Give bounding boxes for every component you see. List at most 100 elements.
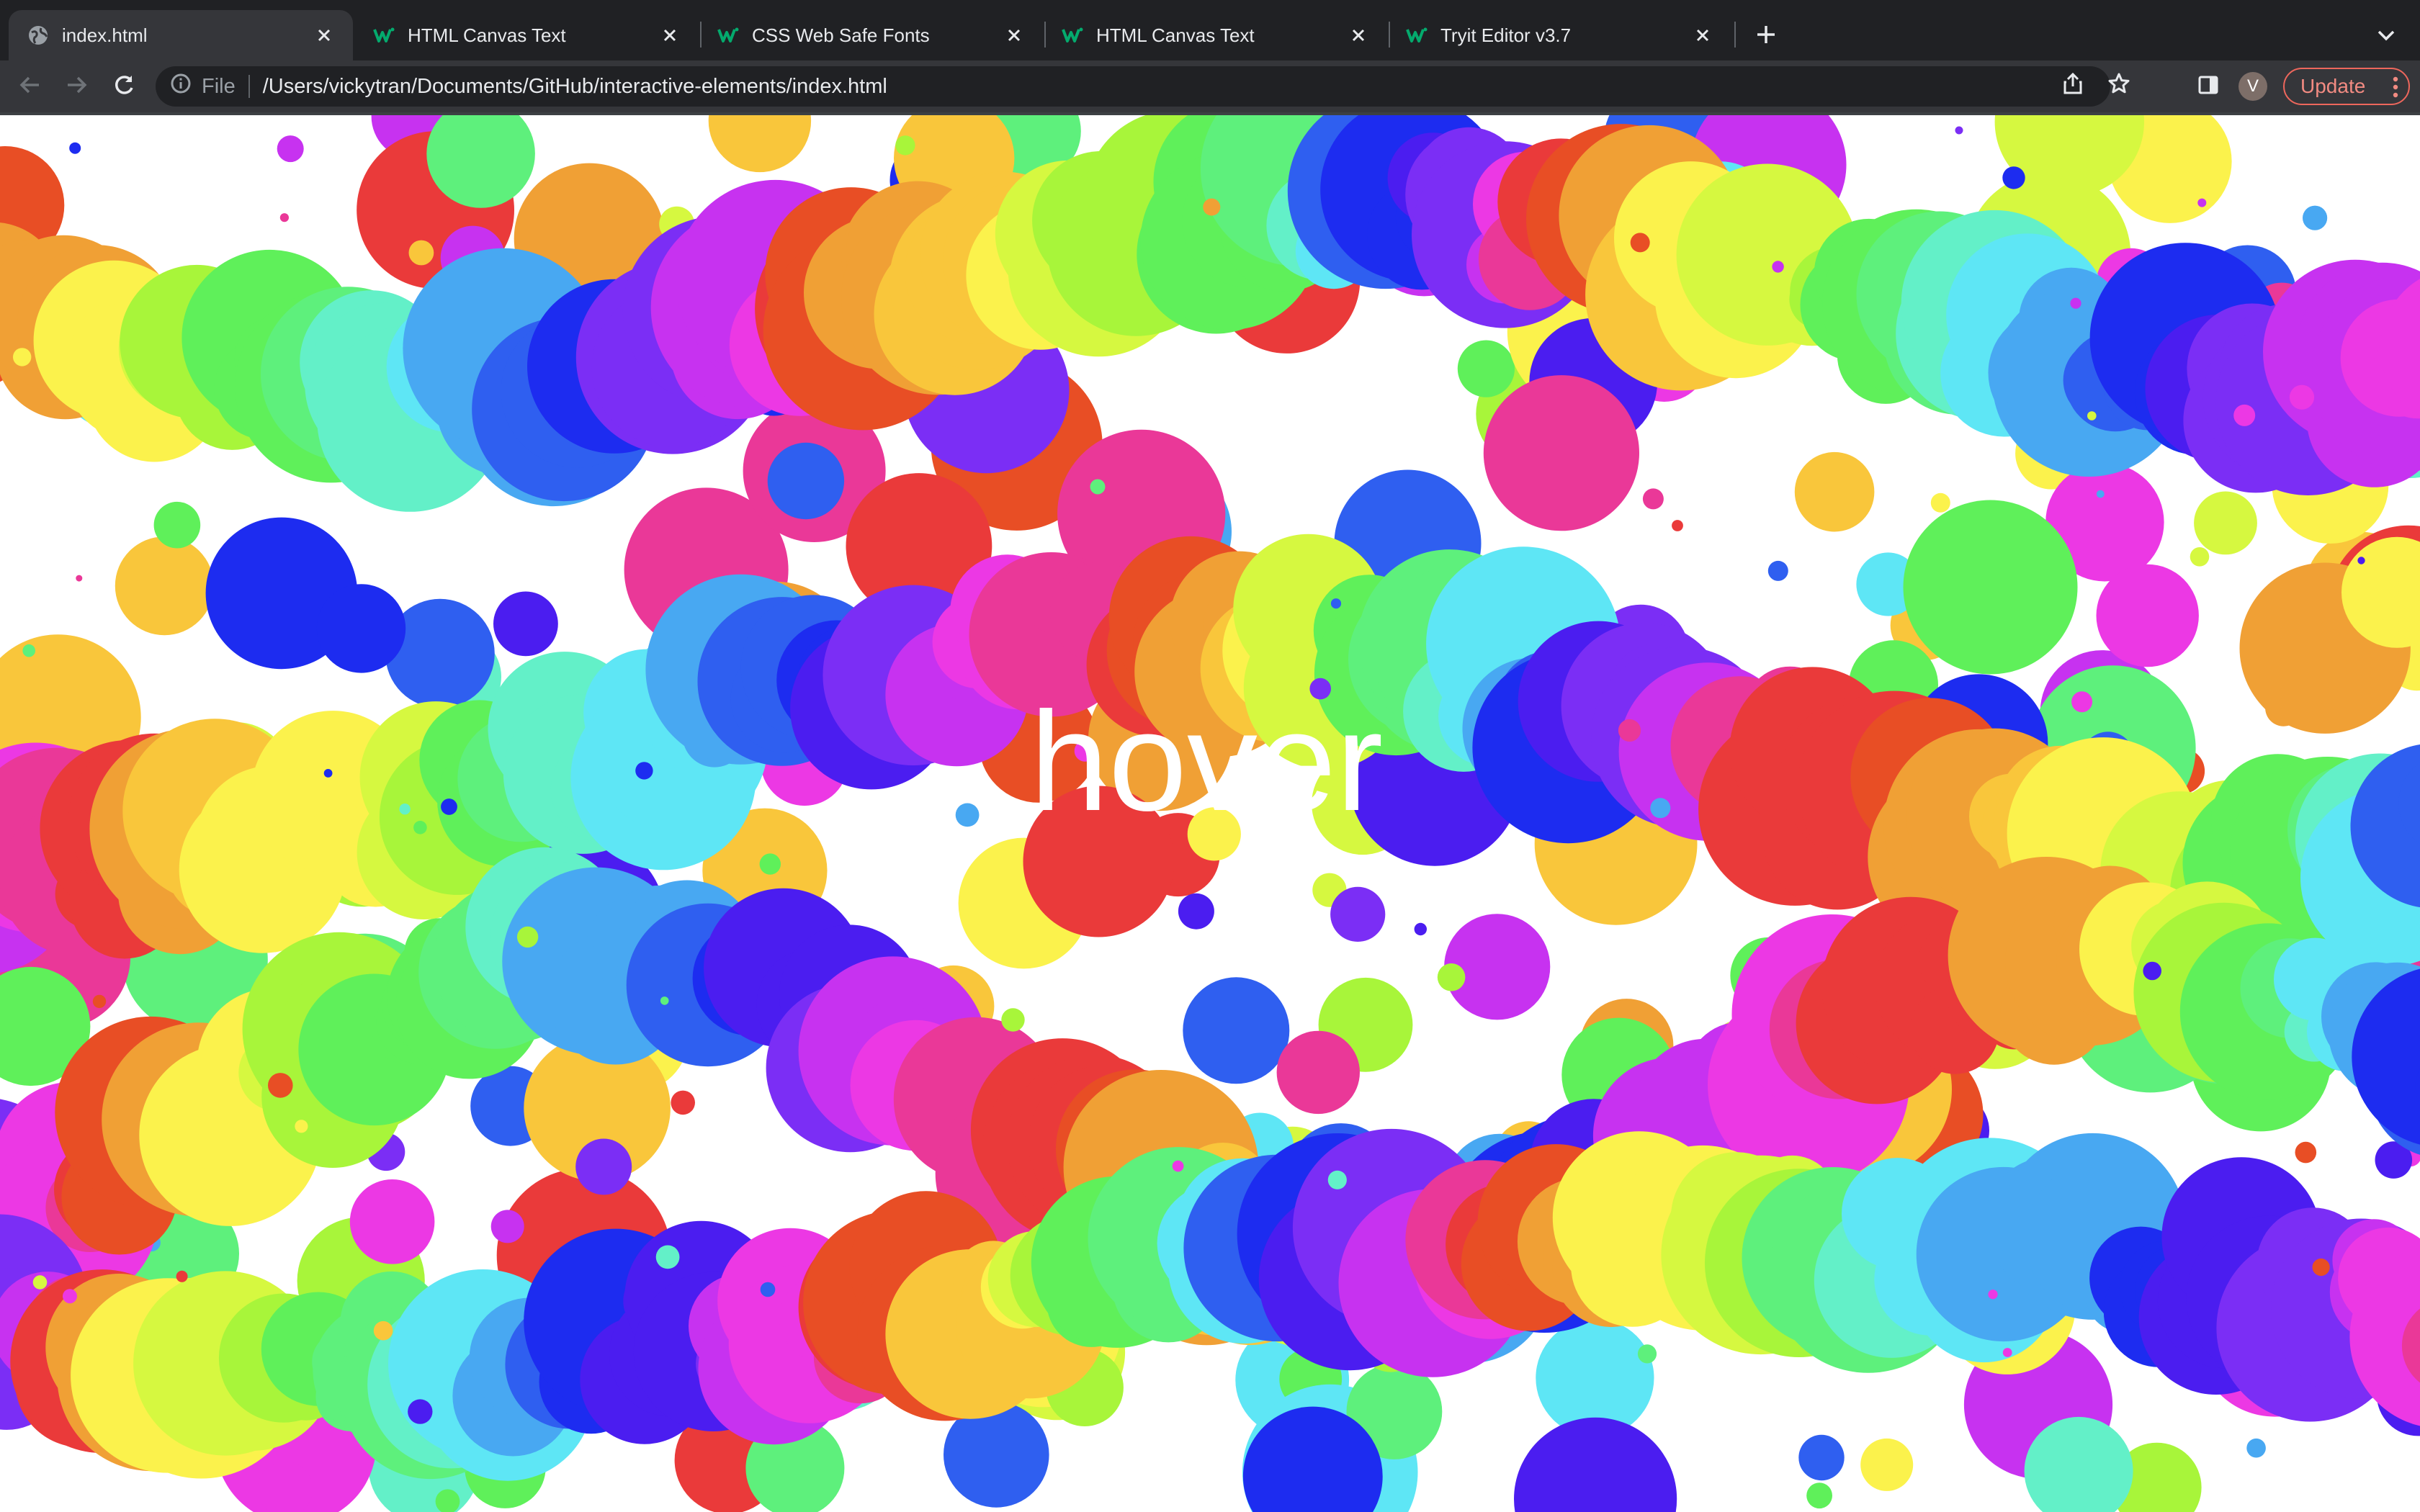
update-label: Update	[2300, 75, 2366, 97]
bubble	[955, 803, 980, 827]
tab-title: HTML Canvas Text	[408, 24, 566, 46]
address-bar[interactable]: File /Users/vickytran/Documents/GitHub/i…	[156, 66, 2130, 107]
bubble	[1860, 1438, 1914, 1491]
bubble	[1618, 719, 1641, 742]
tab-index-html[interactable]: index.html	[9, 10, 353, 60]
bubble	[1767, 560, 1788, 581]
tab-html-canvas-text[interactable]: HTML Canvas Text	[354, 10, 699, 60]
profile-avatar[interactable]: V	[2238, 72, 2267, 101]
bubble	[1203, 198, 1221, 216]
bubble	[575, 1138, 632, 1195]
bubble	[32, 1275, 48, 1290]
bubble	[1630, 233, 1650, 253]
bubble	[1637, 1344, 1657, 1364]
share-button[interactable]	[2056, 69, 2090, 104]
bubble	[516, 926, 539, 948]
bubble	[63, 1289, 77, 1304]
bubble	[399, 804, 411, 815]
bubble	[2303, 205, 2328, 230]
bubble	[2002, 1348, 2012, 1357]
bubble	[1172, 1160, 1184, 1172]
bubble	[349, 1179, 435, 1264]
bubble	[277, 135, 304, 163]
omnibox-divider	[248, 75, 250, 98]
bubble	[2002, 166, 2025, 189]
bookmark-button[interactable]	[2102, 69, 2136, 104]
bubble	[1414, 922, 1428, 936]
w3schools-icon	[373, 24, 395, 46]
side-panel-icon	[2197, 74, 2219, 99]
plus-icon	[1755, 24, 1777, 49]
bubble	[1327, 1170, 1347, 1189]
bubble	[408, 1399, 433, 1424]
tab-tryit-editor[interactable]: Tryit Editor v3.7	[1387, 10, 1731, 60]
close-icon[interactable]	[311, 22, 337, 48]
bubble	[1650, 798, 1671, 819]
forward-button[interactable]	[59, 69, 94, 104]
bubble	[115, 536, 214, 636]
tab-css-web-safe-fonts[interactable]: CSS Web Safe Fonts	[699, 10, 1043, 60]
bubble	[759, 853, 781, 875]
site-info-button[interactable]: File	[170, 73, 236, 100]
bubble	[1955, 126, 1963, 135]
bubble	[279, 213, 289, 222]
bubble	[2233, 404, 2256, 426]
tab-title: CSS Web Safe Fonts	[752, 24, 930, 46]
bubble	[2143, 961, 2161, 981]
bubble	[1183, 977, 1290, 1084]
bubble	[2190, 547, 2210, 567]
new-tab-button[interactable]	[1747, 17, 1785, 55]
side-panel-button[interactable]	[2191, 69, 2226, 104]
bubble	[1798, 1434, 1845, 1481]
bubble	[13, 348, 32, 366]
bubble	[153, 501, 201, 549]
star-icon	[2107, 72, 2130, 101]
bubble	[1001, 1008, 1025, 1032]
bubble	[490, 1210, 524, 1243]
bubble	[660, 996, 669, 1005]
more-vert-icon	[2393, 76, 2398, 103]
tab-search-button[interactable]	[2370, 20, 2403, 53]
bubble	[295, 1120, 308, 1133]
bubble	[2357, 557, 2365, 564]
close-icon[interactable]	[1690, 22, 1716, 48]
url-text[interactable]: /Users/vickytran/Documents/GitHub/intera…	[263, 75, 887, 99]
update-button[interactable]: Update	[2283, 68, 2410, 105]
bubble	[767, 442, 845, 520]
close-icon[interactable]	[1345, 22, 1371, 48]
w3schools-icon	[717, 24, 739, 46]
bubble	[1903, 500, 2078, 675]
bubble	[413, 821, 427, 834]
w3schools-icon	[1062, 24, 1083, 46]
bubble	[22, 644, 35, 657]
bubble	[2087, 411, 2097, 420]
bubble	[2096, 564, 2199, 667]
bubble	[1437, 963, 1466, 991]
close-icon[interactable]	[1001, 22, 1027, 48]
back-button[interactable]	[13, 69, 48, 104]
bubble	[69, 142, 81, 154]
tab-html-canvas-text-2[interactable]: HTML Canvas Text	[1043, 10, 1387, 60]
browser-window: index.html HTML Canvas Text CSS Web Safe…	[0, 0, 2420, 1512]
tab-separator	[1734, 22, 1736, 48]
bubble	[1330, 598, 1342, 609]
arrow-right-icon	[65, 73, 88, 100]
site-info-label: File	[202, 74, 236, 98]
bubble	[2070, 297, 2081, 309]
bubble	[2289, 384, 2315, 410]
bubble	[760, 1282, 776, 1297]
info-icon	[170, 73, 192, 100]
bubble	[671, 1090, 695, 1115]
bubble	[76, 575, 83, 582]
bubble	[323, 769, 333, 778]
tab-strip: index.html HTML Canvas Text CSS Web Safe…	[0, 0, 2420, 60]
bubble	[1514, 1417, 1677, 1512]
close-icon[interactable]	[657, 22, 683, 48]
bubble	[2312, 1258, 2330, 1277]
bubble	[493, 591, 558, 657]
bubble	[1930, 492, 1950, 513]
reload-button[interactable]	[107, 69, 141, 104]
w3schools-icon	[1406, 24, 1428, 46]
bubble	[1090, 479, 1106, 495]
bubble	[2071, 691, 2093, 713]
